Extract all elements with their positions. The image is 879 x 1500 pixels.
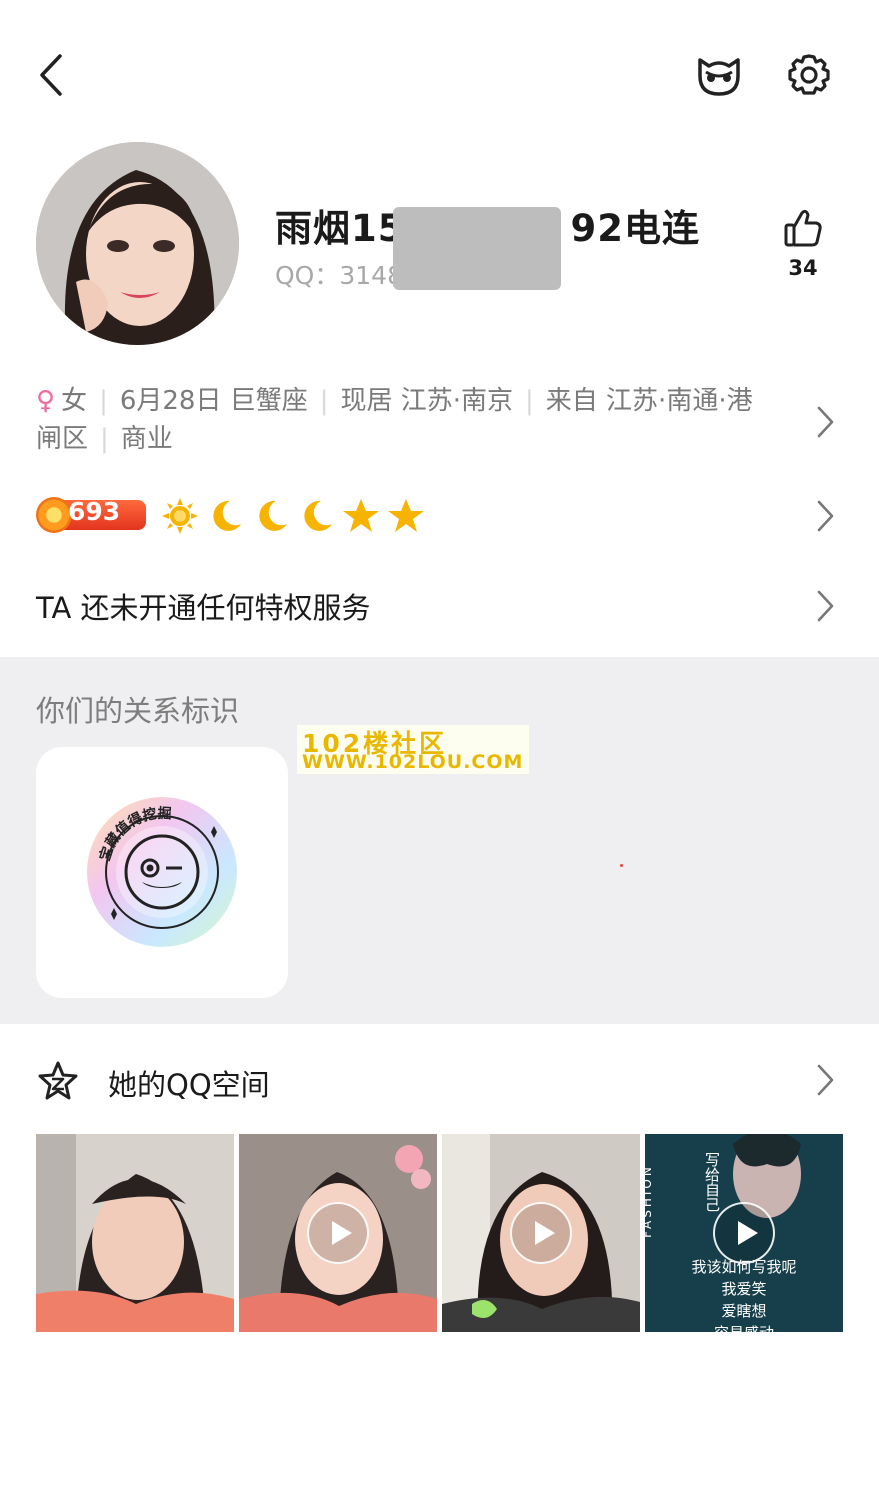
moon-icon: [297, 496, 337, 536]
qzone-video-thumbnail[interactable]: FASHION 写给自己 我该如何写我呢 我爱笑 爱瞎想 容易感动: [645, 1134, 843, 1332]
female-icon: ♀: [36, 386, 56, 416]
current-city: 现居 江苏·南京: [340, 386, 514, 416]
nickname-head: 雨烟15: [275, 207, 405, 250]
play-icon: [510, 1202, 572, 1264]
qzone-photo-thumbnail[interactable]: [36, 1134, 234, 1332]
separator: |: [319, 386, 329, 416]
separator: |: [525, 386, 534, 416]
thumb-title-text: 写给自己: [703, 1152, 721, 1212]
vip-growth-badge[interactable]: 693: [36, 497, 146, 533]
occupation: 商业: [120, 424, 173, 454]
thumb-caption-line: 容易感动: [645, 1322, 843, 1332]
mask-icon[interactable]: [692, 50, 746, 100]
nickname-tail: 92电连: [570, 207, 700, 250]
thumb-caption-line: 我爱笑: [721, 1280, 767, 1298]
play-icon: [713, 1202, 775, 1264]
star-icon: [341, 496, 381, 536]
qzone-title[interactable]: 她的QQ空间: [108, 1062, 270, 1104]
birthday: 6月28日 巨蟹座: [119, 386, 308, 416]
separator: |: [100, 424, 109, 454]
like-count: 34: [788, 256, 818, 280]
thumb-caption-line: 我该如何写我呢: [691, 1258, 797, 1276]
gender: 女: [61, 386, 88, 416]
vip-value: 693: [68, 497, 121, 526]
qzone-star-icon: [36, 1060, 80, 1104]
qq-number: QQ：3148: [275, 261, 403, 290]
qzone-video-thumbnail[interactable]: [239, 1134, 437, 1332]
moon-icon: [206, 496, 246, 536]
treasure-badge-icon: 宝藏值得挖掘: [86, 796, 238, 948]
vip-coin-icon: [36, 497, 72, 533]
chevron-right-icon[interactable]: [814, 499, 836, 533]
watermark-url: WWW.102LOU.COM: [302, 751, 524, 773]
chevron-right-icon[interactable]: [814, 589, 836, 623]
thumb-caption-line: 爱瞎想: [721, 1302, 767, 1320]
play-icon: [307, 1202, 369, 1264]
privilege-status[interactable]: TA 还未开通任何特权服务: [36, 585, 371, 627]
qzone-video-thumbnail[interactable]: [442, 1134, 640, 1332]
chevron-right-icon[interactable]: [814, 1063, 836, 1097]
star-icon: [386, 496, 426, 536]
personal-info[interactable]: ♀ 女 | 6月28日 巨蟹座 | 现居 江苏·南京 | 来自 江苏·南通·港闸区 | 商业: [36, 382, 776, 458]
thumbs-up-icon[interactable]: [778, 205, 828, 253]
sun-icon: [160, 496, 200, 536]
redaction-block: [393, 207, 561, 290]
separator: |: [99, 386, 108, 416]
relation-title: 你们的关系标识: [36, 694, 240, 728]
chevron-right-icon[interactable]: [814, 405, 836, 439]
red-dot: [620, 864, 623, 867]
avatar[interactable]: [36, 142, 239, 345]
moon-icon: [252, 496, 292, 536]
back-arrow-icon[interactable]: [30, 50, 76, 100]
settings-gear-icon[interactable]: [784, 50, 834, 100]
